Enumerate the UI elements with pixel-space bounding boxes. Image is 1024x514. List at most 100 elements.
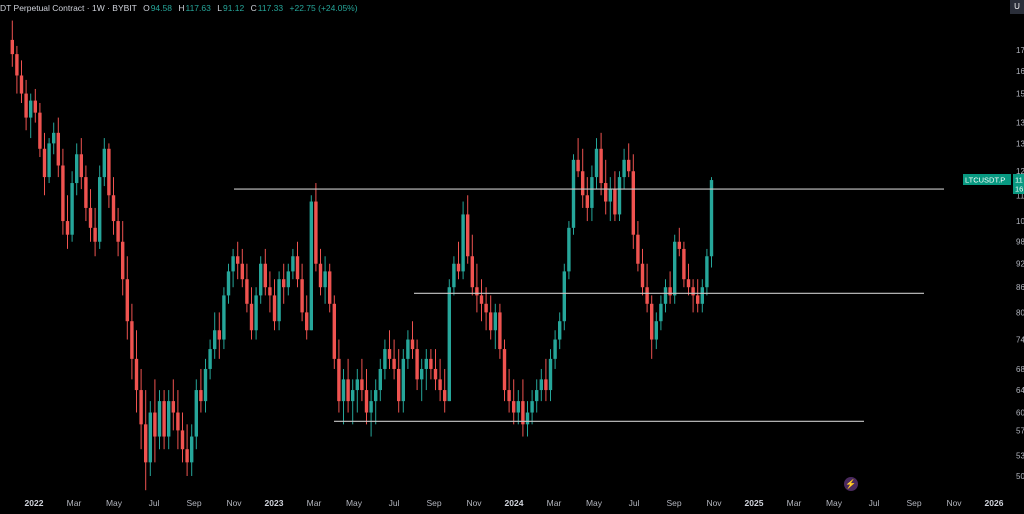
candle — [512, 379, 516, 425]
candle-body — [438, 379, 442, 391]
candle-body — [420, 368, 424, 380]
candle — [222, 287, 226, 350]
ohlc-legend: DT Perpetual Contract · 1W · BYBIT O94.5… — [0, 3, 358, 13]
symbol-label: DT Perpetual Contract · 1W · BYBIT — [0, 3, 137, 13]
candle-body — [364, 390, 369, 413]
candle-body — [544, 379, 548, 391]
candle-body — [33, 100, 37, 113]
candle-body — [548, 358, 553, 391]
candle-body — [516, 401, 520, 413]
candle-body — [157, 401, 162, 437]
candle — [75, 143, 79, 196]
candle-body — [272, 295, 277, 322]
candle-body — [305, 312, 309, 331]
top-right-button[interactable]: U — [1010, 0, 1024, 14]
candle — [15, 45, 19, 94]
candle-body — [268, 287, 272, 296]
candle — [93, 207, 97, 257]
y-tick-label: 64 — [1016, 386, 1024, 395]
low-value: 91.12 — [222, 3, 245, 13]
candle-body — [700, 287, 704, 304]
x-tick-label: 2022 — [25, 498, 44, 508]
candle-body — [259, 263, 263, 296]
candle-body — [134, 358, 139, 391]
candle — [498, 303, 502, 359]
candle-body — [397, 368, 401, 402]
candle — [622, 148, 626, 190]
candle-body — [617, 177, 622, 215]
candle-body — [217, 330, 221, 340]
candle — [305, 295, 309, 340]
lightning-icon[interactable]: ⚡ — [844, 477, 858, 491]
y-tick-label: 17 — [1016, 46, 1024, 55]
candle — [581, 148, 585, 208]
candle — [236, 241, 240, 280]
candle-body — [263, 263, 267, 288]
change-value: +22.75 (+24.05%) — [289, 3, 358, 13]
candle — [355, 368, 359, 413]
candle-body — [645, 287, 649, 304]
candle — [659, 295, 663, 331]
candle — [346, 358, 350, 413]
candle-body — [525, 412, 530, 425]
candle-body — [75, 154, 79, 184]
candle — [700, 279, 704, 313]
candle-body — [98, 177, 102, 242]
candle — [709, 177, 714, 268]
candle — [240, 248, 244, 288]
candle-body — [121, 241, 125, 280]
close-label: C — [250, 3, 257, 13]
close-value: 117.33 — [257, 3, 284, 13]
candle-body — [355, 379, 359, 391]
candle — [521, 379, 525, 437]
candle — [475, 263, 479, 313]
candle — [102, 138, 106, 187]
candle — [410, 321, 415, 359]
candle-body — [309, 201, 313, 331]
candle — [190, 424, 194, 476]
candle-body — [590, 177, 594, 208]
candle-body — [111, 195, 116, 222]
x-tick-label: Jul — [869, 498, 880, 508]
candle-body — [19, 75, 24, 94]
candle — [456, 241, 461, 280]
candle — [604, 159, 608, 215]
candle-body — [341, 379, 346, 402]
candle-body — [498, 312, 502, 350]
price-tag: LTCUSDT.P 11 16 — [963, 174, 1024, 194]
candle — [70, 171, 74, 242]
x-tick-label: Sep — [426, 498, 441, 508]
candle-body — [429, 358, 433, 369]
candle-body — [558, 321, 562, 340]
candle-body — [162, 401, 166, 437]
x-tick-label: May — [586, 498, 603, 508]
candle — [516, 390, 520, 425]
x-tick-label: Sep — [906, 498, 921, 508]
candle — [594, 138, 599, 190]
candle — [397, 349, 401, 413]
candle — [640, 248, 645, 296]
candle — [544, 358, 548, 402]
candle — [332, 295, 336, 369]
candle — [217, 312, 221, 359]
candle-body — [613, 189, 617, 215]
price-chart[interactable]: 17161513131211109892868074686460575350 2… — [0, 0, 1024, 514]
candle-body — [153, 412, 157, 437]
candle-body — [351, 390, 355, 402]
candle-body — [535, 390, 539, 402]
candle — [148, 401, 152, 476]
candle — [88, 189, 93, 242]
candle-body — [663, 287, 668, 304]
candle-body — [24, 93, 28, 118]
candle-body — [512, 401, 516, 413]
candle — [309, 195, 313, 331]
x-tick-label: Jul — [629, 498, 640, 508]
candle — [479, 279, 484, 322]
y-tick-label: 16 — [1016, 67, 1024, 76]
candle-body — [406, 339, 410, 359]
candle — [470, 234, 474, 296]
candle-body — [576, 159, 580, 172]
candle — [585, 177, 589, 222]
candle-body — [447, 287, 451, 402]
y-tick-label: 50 — [1016, 472, 1024, 481]
